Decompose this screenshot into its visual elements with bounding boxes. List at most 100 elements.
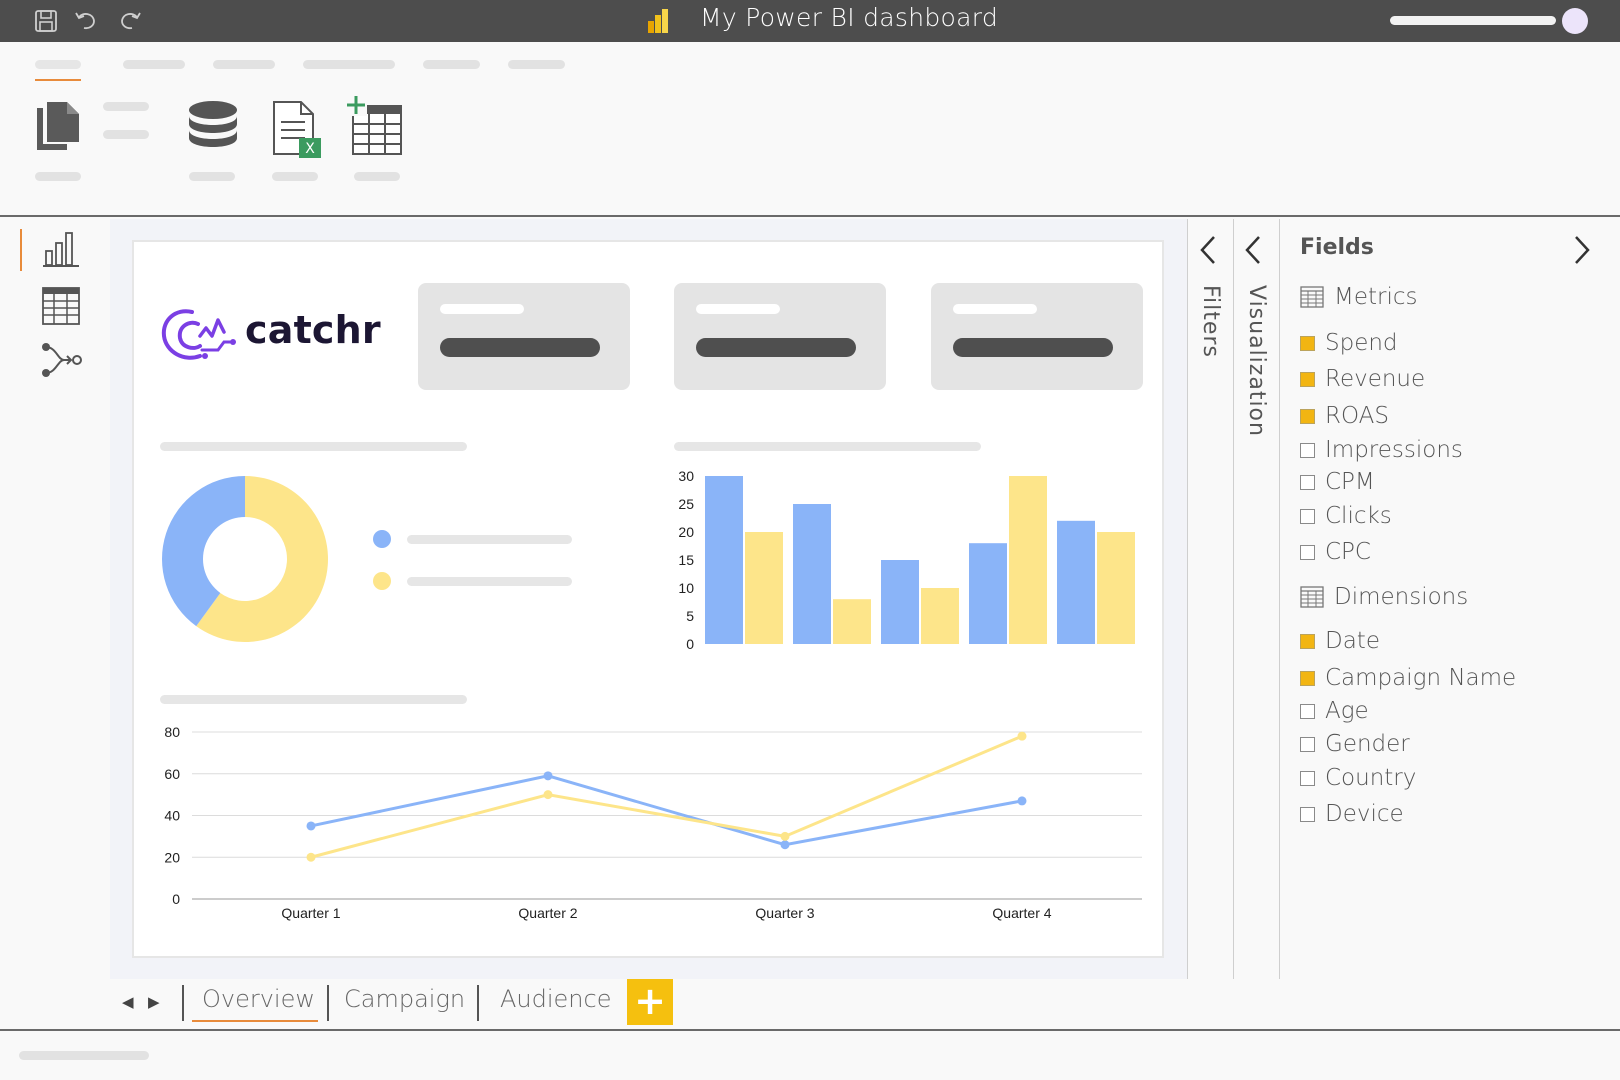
- model-view-icon[interactable]: [40, 341, 84, 379]
- window-title: My Power BI dashboard: [700, 3, 999, 32]
- kpi-label-placeholder: [953, 304, 1037, 314]
- tab-overview[interactable]: Overview: [202, 985, 315, 1013]
- title-bar: My Power BI dashboard: [0, 0, 1620, 42]
- filters-label: Filters: [1198, 285, 1223, 358]
- field-checkbox[interactable]: [1300, 633, 1315, 649]
- field-checkbox[interactable]: [1300, 408, 1315, 424]
- line-point[interactable]: [1017, 731, 1027, 741]
- bar[interactable]: [745, 532, 783, 644]
- field-checkbox[interactable]: [1300, 371, 1315, 387]
- chevron-right-icon[interactable]: [1573, 235, 1591, 265]
- line-point[interactable]: [1017, 796, 1027, 806]
- ribbon-tab-placeholder[interactable]: [123, 60, 185, 69]
- bar[interactable]: [1057, 520, 1095, 644]
- kpi-card[interactable]: [931, 283, 1143, 390]
- field-metric-item[interactable]: Spend: [1300, 330, 1398, 356]
- ribbon-tab-placeholder[interactable]: [35, 60, 81, 69]
- tab-scroll-left-icon[interactable]: ◀: [122, 993, 134, 1011]
- field-dim-item[interactable]: Campaign Name: [1300, 665, 1516, 691]
- field-dim-item[interactable]: Gender: [1300, 731, 1410, 757]
- database-icon[interactable]: [187, 100, 239, 156]
- bar[interactable]: [881, 560, 919, 644]
- line-point[interactable]: [780, 831, 790, 841]
- report-view-icon[interactable]: [42, 229, 80, 267]
- undo-icon[interactable]: [73, 8, 99, 34]
- line-point[interactable]: [780, 840, 790, 850]
- field-dim-item[interactable]: Date: [1300, 628, 1380, 654]
- legend-label-placeholder: [407, 577, 572, 586]
- line-point[interactable]: [543, 790, 553, 800]
- chevron-left-icon[interactable]: [1199, 235, 1217, 265]
- bar-chart[interactable]: 30 25 20 15 10 5 0: [660, 460, 1150, 660]
- excel-file-icon[interactable]: X: [271, 100, 323, 162]
- line-x-tick: Quarter 4: [992, 905, 1051, 921]
- donut-chart[interactable]: [160, 474, 330, 644]
- status-bar: [0, 1033, 1620, 1080]
- add-page-button[interactable]: +: [627, 979, 673, 1025]
- line-series[interactable]: [310, 734, 1023, 859]
- field-checkbox[interactable]: [1300, 806, 1315, 822]
- field-dim-item[interactable]: Age: [1300, 698, 1369, 724]
- ribbon-tab-placeholder[interactable]: [508, 60, 565, 69]
- line-point[interactable]: [543, 771, 553, 781]
- line-chart[interactable]: 80 60 40 20 0 Quarter 1 Quarter 2 Quarter 3 Quar…: [150, 715, 1150, 930]
- line-point[interactable]: [306, 821, 316, 831]
- bar[interactable]: [705, 476, 743, 644]
- tab-audience[interactable]: Audience: [500, 985, 611, 1013]
- field-checkbox[interactable]: [1300, 770, 1315, 786]
- field-checkbox[interactable]: [1300, 508, 1315, 524]
- data-view-icon[interactable]: [42, 287, 80, 325]
- field-metric-item[interactable]: Clicks: [1300, 503, 1392, 529]
- kpi-card[interactable]: [674, 283, 886, 390]
- paste-icon[interactable]: [33, 100, 83, 152]
- line-x-tick: Quarter 3: [755, 905, 814, 921]
- user-avatar[interactable]: [1562, 8, 1588, 34]
- ribbon-tab-placeholder[interactable]: [213, 60, 275, 69]
- bar[interactable]: [1097, 532, 1135, 644]
- field-metric-item[interactable]: CPM: [1300, 469, 1375, 495]
- field-checkbox[interactable]: [1300, 335, 1315, 351]
- field-checkbox[interactable]: [1300, 442, 1315, 458]
- kpi-value-placeholder: [953, 338, 1113, 357]
- legend-label-placeholder: [407, 535, 572, 544]
- field-label: Impressions: [1325, 437, 1463, 463]
- ribbon-tab-placeholder[interactable]: [423, 60, 480, 69]
- field-table-metrics[interactable]: Metrics: [1300, 284, 1418, 310]
- bar[interactable]: [969, 543, 1007, 644]
- kpi-card[interactable]: [418, 283, 630, 390]
- line-x-tick: Quarter 1: [281, 905, 340, 921]
- field-metric-item[interactable]: Revenue: [1300, 366, 1425, 392]
- new-table-icon[interactable]: [345, 94, 405, 158]
- legend-dot-yellow: [373, 572, 391, 590]
- bar[interactable]: [921, 588, 959, 644]
- field-table-dimensions[interactable]: Dimensions: [1300, 584, 1468, 610]
- tab-scroll-right-icon[interactable]: ▶: [148, 993, 160, 1011]
- field-checkbox[interactable]: [1300, 474, 1315, 490]
- bar[interactable]: [1009, 476, 1047, 644]
- field-label: Country: [1325, 765, 1417, 791]
- line-y-tick: 40: [164, 808, 180, 824]
- field-checkbox[interactable]: [1300, 703, 1315, 719]
- line-series[interactable]: [310, 774, 1023, 847]
- filters-pane[interactable]: Filters: [1187, 219, 1233, 979]
- field-metric-item[interactable]: Impressions: [1300, 437, 1463, 463]
- field-metric-item[interactable]: ROAS: [1300, 403, 1389, 429]
- line-point[interactable]: [306, 852, 316, 862]
- field-checkbox[interactable]: [1300, 736, 1315, 752]
- bar[interactable]: [793, 504, 831, 644]
- field-checkbox[interactable]: [1300, 670, 1315, 686]
- chevron-left-icon[interactable]: [1244, 235, 1262, 265]
- visualization-pane[interactable]: Visualization: [1233, 219, 1279, 979]
- save-icon[interactable]: [33, 8, 59, 34]
- redo-icon[interactable]: [117, 8, 143, 34]
- zoom-slider[interactable]: [1390, 16, 1556, 25]
- status-placeholder: [19, 1051, 149, 1060]
- bar[interactable]: [833, 599, 871, 644]
- field-dim-item[interactable]: Device: [1300, 801, 1404, 827]
- ribbon-tab-placeholder[interactable]: [303, 60, 395, 69]
- power-bi-logo-icon: [648, 9, 668, 33]
- field-checkbox[interactable]: [1300, 544, 1315, 560]
- tab-campaign[interactable]: Campaign: [344, 985, 465, 1013]
- field-dim-item[interactable]: Country: [1300, 765, 1416, 791]
- field-metric-item[interactable]: CPC: [1300, 539, 1371, 565]
